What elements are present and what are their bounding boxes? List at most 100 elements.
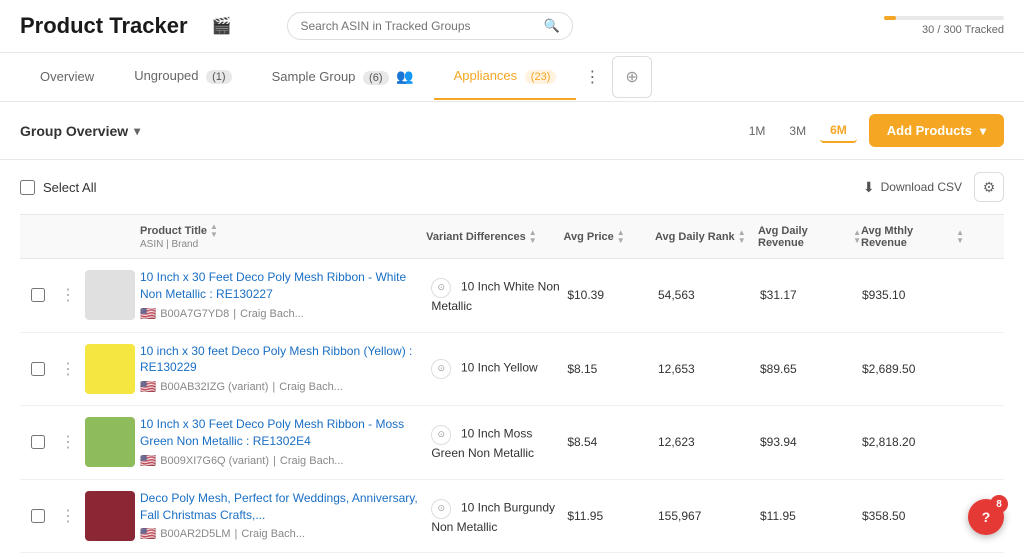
time-filter-6m[interactable]: 6M (820, 119, 857, 143)
asin-value-2: B009XI7G6Q (variant) (160, 455, 269, 467)
row-title-cell-3: Deco Poly Mesh, Perfect for Weddings, An… (140, 490, 431, 543)
sort-arrows-mthly[interactable]: ▲▼ (956, 229, 964, 245)
tab-add-button[interactable]: ⊕ (612, 56, 651, 98)
row-variant-cell-3: ⊙ 10 Inch Burgundy Non Metallic (431, 499, 567, 534)
tab-overview[interactable]: Overview (20, 55, 114, 100)
flag-icon-0: 🇺🇸 (140, 306, 156, 322)
tab-more-menu[interactable]: ⋮ (576, 53, 608, 101)
header: Product Tracker 🎬 🔍 30 / 300 Tracked (0, 0, 1024, 53)
row-menu-2[interactable]: ⋮ (56, 432, 80, 452)
search-input[interactable] (300, 19, 543, 33)
brand-value-0: Craig Bach... (240, 308, 304, 320)
time-filter-1m[interactable]: 1M (739, 120, 776, 142)
download-csv-button[interactable]: ⬇ Download CSV (863, 179, 962, 196)
product-thumbnail-2 (85, 417, 135, 467)
help-icon: ? (982, 509, 991, 525)
row-checkbox-1[interactable] (20, 362, 56, 376)
col-title-header: Product Title ▲▼ ASIN | Brand (140, 223, 426, 250)
asin-value-0: B00A7G7YD8 (160, 308, 229, 320)
row-image-3 (80, 491, 140, 541)
row-revenue-cell-0: $31.17 (760, 288, 862, 302)
row-price-cell-3: $11.95 (567, 509, 658, 523)
col-variant-label: Variant Differences (426, 231, 526, 243)
row-check-input-3[interactable] (31, 509, 45, 523)
column-headers: Product Title ▲▼ ASIN | Brand Variant Di… (20, 215, 1004, 259)
product-asin-2: 🇺🇸 B009XI7G6Q (variant) | Craig Bach... (140, 453, 423, 469)
row-mthly-cell-2: $2,818.20 (862, 435, 964, 449)
row-menu-3[interactable]: ⋮ (56, 506, 80, 526)
col-mthly-label: Avg Mthly Revenue (861, 225, 953, 249)
add-products-button[interactable]: Add Products ▾ (869, 114, 1004, 147)
row-mthly-cell-3: $358.50 (862, 509, 964, 523)
row-title-cell-0: 10 Inch x 30 Feet Deco Poly Mesh Ribbon … (140, 269, 431, 322)
product-rows-container: ⋮ 10 Inch x 30 Feet Deco Poly Mesh Ribbo… (20, 259, 1004, 553)
col-revenue-label: Avg Daily Revenue (758, 225, 850, 249)
row-image-2 (80, 417, 140, 467)
col-price-header: Avg Price ▲▼ (563, 229, 655, 245)
plus-icon: ⊕ (625, 67, 638, 87)
sort-arrows-variant[interactable]: ▲▼ (529, 229, 537, 245)
row-check-input-2[interactable] (31, 435, 45, 449)
app-title: Product Tracker (20, 13, 188, 39)
search-box[interactable]: 🔍 (287, 12, 572, 40)
row-menu-0[interactable]: ⋮ (56, 285, 80, 305)
download-csv-label: Download CSV (881, 180, 962, 194)
table-row: ⋮ 10 inch x 30 feet Deco Poly Mesh Ribbo… (20, 333, 1004, 407)
product-asin-0: 🇺🇸 B00A7G7YD8 | Craig Bach... (140, 306, 423, 322)
brand-value-1: Craig Bach... (279, 381, 343, 393)
select-all-checkbox[interactable]: Select All (20, 180, 96, 195)
tab-sample-group[interactable]: Sample Group (6) 👥 (252, 54, 434, 101)
dropdown-chevron-icon: ▾ (980, 124, 986, 138)
asin-value-1: B00AB32IZG (variant) (160, 381, 268, 393)
product-title-1[interactable]: 10 inch x 30 feet Deco Poly Mesh Ribbon … (140, 343, 423, 377)
row-variant-cell-1: ⊙ 10 Inch Yellow (431, 359, 567, 379)
sort-arrows-title[interactable]: ▲▼ (210, 223, 218, 239)
col-rank-label: Avg Daily Rank (655, 231, 735, 243)
product-title-2[interactable]: 10 Inch x 30 Feet Deco Poly Mesh Ribbon … (140, 416, 423, 450)
tab-ungrouped[interactable]: Ungrouped (1) (114, 54, 251, 100)
select-all-input[interactable] (20, 180, 35, 195)
flag-icon-2: 🇺🇸 (140, 453, 156, 469)
help-button[interactable]: 8 ? (968, 499, 1004, 535)
row-checkbox-3[interactable] (20, 509, 56, 523)
gear-icon: ⚙ (983, 179, 996, 196)
row-menu-1[interactable]: ⋮ (56, 359, 80, 379)
product-title-0[interactable]: 10 Inch x 30 Feet Deco Poly Mesh Ribbon … (140, 269, 423, 303)
row-price-cell-0: $10.39 (567, 288, 658, 302)
variant-icon-1: ⊙ (431, 359, 451, 379)
help-count: 8 (990, 495, 1008, 513)
row-check-input-1[interactable] (31, 362, 45, 376)
column-settings-button[interactable]: ⚙ (974, 172, 1004, 202)
group-overview-toggle[interactable]: Group Overview ▾ (20, 123, 140, 139)
variant-icon-0: ⊙ (431, 278, 451, 298)
sort-arrows-price[interactable]: ▲▼ (617, 229, 625, 245)
time-filters: 1M 3M 6M (739, 119, 857, 143)
product-asin-1: 🇺🇸 B00AB32IZG (variant) | Craig Bach... (140, 379, 423, 395)
group-icon: 👥 (396, 68, 413, 84)
select-all-label: Select All (43, 180, 96, 195)
product-title-3[interactable]: Deco Poly Mesh, Perfect for Weddings, An… (140, 490, 423, 524)
brand-value-3: Craig Bach... (241, 528, 305, 540)
row-checkbox-2[interactable] (20, 435, 56, 449)
download-icon: ⬇ (863, 179, 875, 196)
add-products-label: Add Products (887, 123, 972, 138)
row-mthly-cell-1: $2,689.50 (862, 362, 964, 376)
tracker-bar-fill (884, 16, 896, 20)
row-rank-cell-1: 12,653 (658, 362, 760, 376)
sort-arrows-revenue[interactable]: ▲▼ (853, 229, 861, 245)
row-image-0 (80, 270, 140, 320)
row-image-1 (80, 344, 140, 394)
row-price-cell-1: $8.15 (567, 362, 658, 376)
tab-appliances[interactable]: Appliances (23) (434, 54, 577, 100)
product-thumbnail-0 (85, 270, 135, 320)
col-rank-header: Avg Daily Rank ▲▼ (655, 229, 758, 245)
time-filter-3m[interactable]: 3M (779, 120, 816, 142)
row-revenue-cell-1: $89.65 (760, 362, 862, 376)
flag-icon-3: 🇺🇸 (140, 526, 156, 542)
row-checkbox-0[interactable] (20, 288, 56, 302)
product-table-area: Select All ⬇ Download CSV ⚙ Product Titl… (0, 160, 1024, 553)
product-thumbnail-3 (85, 491, 135, 541)
sort-arrows-rank[interactable]: ▲▼ (738, 229, 746, 245)
row-check-input-0[interactable] (31, 288, 45, 302)
ungrouped-badge: (1) (206, 70, 231, 84)
